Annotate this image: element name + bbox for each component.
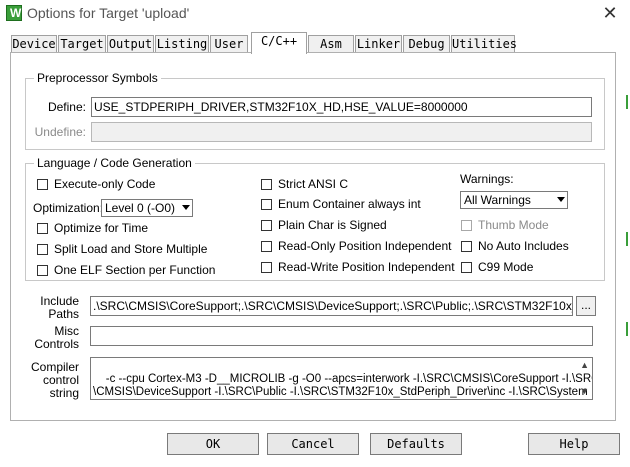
include-paths-label-line2: Paths	[48, 307, 79, 321]
optimization-label: Optimization:	[33, 201, 104, 215]
checkbox-box	[261, 179, 272, 190]
checkbox-box	[37, 244, 48, 255]
execute-only-code-label: Execute-only Code	[54, 177, 156, 191]
thumb-mode-label: Thumb Mode	[478, 218, 549, 232]
language-code-generation-group: Language / Code Generation Execute-only …	[25, 156, 605, 281]
tab-target[interactable]: Target	[58, 35, 106, 52]
background-window-edge	[626, 232, 628, 246]
include-paths-label-line1: Include	[40, 294, 79, 308]
c-cpp-options-panel: Preprocessor Symbols Define: USE_STDPERI…	[10, 52, 616, 421]
tab-output[interactable]: Output	[107, 35, 154, 52]
read-write-pi-label: Read-Write Position Independent	[278, 260, 455, 274]
enum-container-label: Enum Container always int	[278, 197, 421, 211]
checkbox-box	[461, 241, 472, 252]
ok-button[interactable]: OK	[167, 433, 259, 455]
warnings-label: Warnings:	[460, 172, 514, 186]
misc-controls-input[interactable]	[90, 326, 593, 346]
checkbox-box	[461, 262, 472, 273]
preprocessor-symbols-group: Preprocessor Symbols Define: USE_STDPERI…	[25, 71, 605, 150]
defaults-button[interactable]: Defaults	[370, 433, 462, 455]
language-code-generation-title: Language / Code Generation	[34, 156, 195, 170]
close-button[interactable]: ✕	[599, 3, 621, 23]
checkbox-box	[461, 220, 472, 231]
checkbox-box	[261, 241, 272, 252]
keil-app-icon: W	[6, 5, 22, 21]
warnings-select[interactable]: All Warnings	[460, 191, 568, 209]
checkbox-box	[261, 262, 272, 273]
include-paths-browse-button[interactable]: ...	[576, 296, 596, 316]
background-window-edge	[626, 322, 628, 336]
checkbox-box	[261, 199, 272, 210]
one-elf-section-label: One ELF Section per Function	[54, 263, 216, 277]
background-window-edge	[626, 95, 628, 109]
include-paths-input[interactable]: .\SRC\CMSIS\CoreSupport;.\SRC\CMSIS\Devi…	[90, 296, 573, 316]
preprocessor-symbols-title: Preprocessor Symbols	[34, 71, 161, 85]
no-auto-includes-label: No Auto Includes	[478, 239, 569, 253]
compiler-control-string-text: -c --cpu Cortex-M3 -D__MICROLIB -g -O0 -…	[93, 373, 592, 398]
undefine-label: Undefine:	[34, 125, 86, 139]
optimization-value: Level 0 (-O0)	[105, 201, 176, 215]
checkbox-box	[37, 265, 48, 276]
tab-asm[interactable]: Asm	[308, 35, 354, 52]
misc-controls-label-line1: Misc	[54, 324, 79, 338]
chevron-down-icon	[557, 197, 565, 202]
title-bar: W Options for Target 'upload' ✕	[0, 0, 630, 26]
define-input[interactable]: USE_STDPERIPH_DRIVER,STM32F10X_HD,HSE_VA…	[91, 97, 592, 117]
compiler-control-string-textarea[interactable]: -c --cpu Cortex-M3 -D__MICROLIB -g -O0 -…	[90, 357, 593, 400]
checkbox-box	[37, 223, 48, 234]
cancel-button[interactable]: Cancel	[267, 433, 359, 455]
warnings-value: All Warnings	[464, 193, 531, 207]
window-title: Options for Target 'upload'	[27, 5, 190, 21]
undefine-input[interactable]	[91, 122, 592, 142]
read-only-pi-label: Read-Only Position Independent	[278, 239, 452, 253]
tab-linker[interactable]: Linker	[355, 35, 402, 52]
optimize-for-time-label: Optimize for Time	[54, 221, 149, 235]
optimization-select[interactable]: Level 0 (-O0)	[101, 199, 193, 217]
tab-debug[interactable]: Debug	[403, 35, 450, 52]
tab-utilities[interactable]: Utilities	[451, 35, 517, 52]
define-label: Define:	[47, 100, 86, 114]
checkbox-box	[37, 179, 48, 190]
help-button[interactable]: Help	[528, 433, 620, 455]
tab-device[interactable]: Device	[11, 35, 57, 52]
plain-char-signed-label: Plain Char is Signed	[278, 218, 387, 232]
scroll-up-icon[interactable]: ▲	[580, 359, 589, 372]
tab-listing[interactable]: Listing	[155, 35, 209, 52]
compiler-control-label-line2: control	[42, 373, 79, 387]
strict-ansi-c-label: Strict ANSI C	[278, 177, 349, 191]
compiler-control-label-line1: Compiler	[30, 360, 79, 374]
tab-user[interactable]: User	[210, 35, 248, 52]
compiler-control-label-line3: string	[49, 386, 79, 400]
scroll-down-icon[interactable]: ▼	[580, 385, 589, 398]
c99-mode-label: C99 Mode	[478, 260, 534, 274]
tab-c-cpp[interactable]: C/C++	[251, 32, 307, 54]
chevron-down-icon	[182, 205, 190, 210]
checkbox-box	[261, 220, 272, 231]
misc-controls-label-line2: Controls	[34, 337, 79, 351]
split-load-store-label: Split Load and Store Multiple	[54, 242, 208, 256]
